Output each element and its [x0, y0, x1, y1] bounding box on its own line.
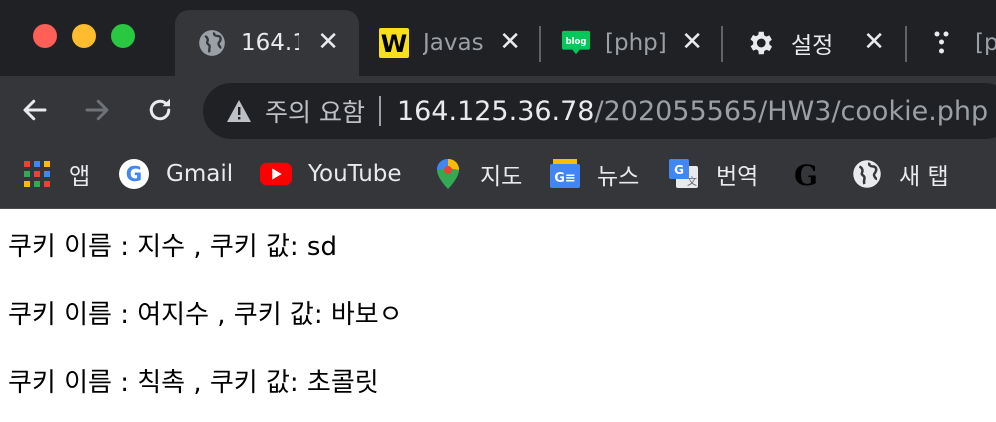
- forward-button[interactable]: [79, 92, 115, 128]
- url-path: /202055565/HW3/cookie.php: [594, 95, 989, 127]
- tab-title: 164.1: [241, 30, 299, 56]
- gear-icon: [745, 28, 775, 58]
- svg-text:blog: blog: [566, 36, 587, 46]
- reload-icon: [149, 98, 171, 121]
- svg-text:G: G: [794, 159, 818, 189]
- bookmark-label: 번역: [716, 164, 759, 190]
- svg-text:G: G: [674, 163, 684, 177]
- globe-icon: [197, 28, 227, 58]
- tab-javascript[interactable]: W Javas ✕: [361, 10, 541, 76]
- w3schools-icon: W: [379, 28, 409, 58]
- tab-active[interactable]: 164.1 ✕: [175, 10, 359, 76]
- g-logo-icon: G: [790, 158, 822, 190]
- tab-divider: [539, 26, 541, 62]
- bookmark-apps[interactable]: 앱: [21, 156, 90, 192]
- apps-grid-icon: [21, 158, 53, 190]
- cookie-line: 쿠키 이름 : 지수 , 쿠키 값: sd: [8, 232, 337, 262]
- youtube-icon: [260, 158, 292, 190]
- blog-icon: blog: [561, 28, 591, 58]
- bookmark-label: 새 탭: [899, 164, 949, 190]
- url-text[interactable]: 164.125.36.78/202055565/HW3/cookie.php: [397, 96, 988, 127]
- close-window-button[interactable]: [33, 24, 57, 48]
- arrow-right-icon: [85, 99, 109, 121]
- bookmark-gmail[interactable]: G Gmail: [118, 156, 233, 192]
- tab-title: 설정: [791, 33, 834, 59]
- news-icon: G≡: [549, 158, 581, 190]
- tab-title: Javas: [423, 30, 484, 56]
- bookmark-g[interactable]: G: [790, 156, 822, 192]
- svg-text:W: W: [381, 30, 407, 58]
- omnibox-divider: [378, 96, 381, 126]
- svg-text:G≡: G≡: [554, 171, 576, 186]
- bookmark-translate[interactable]: G文 번역: [668, 156, 758, 192]
- tab-divider: [905, 26, 907, 62]
- security-status-label[interactable]: 주의 요함: [265, 93, 365, 129]
- maximize-window-button[interactable]: [111, 24, 135, 48]
- back-button[interactable]: [17, 92, 53, 128]
- minimize-window-button[interactable]: [72, 24, 96, 48]
- tab-close-button[interactable]: ✕: [863, 27, 885, 57]
- bookmark-label: YouTube: [308, 161, 402, 187]
- bookmarks-bar: 앱 G Gmail YouTube 지도 G≡ 뉴스 G 文 번역 G 새 탭: [0, 146, 996, 209]
- warning-icon[interactable]: [225, 97, 253, 125]
- arrow-left-icon: [23, 99, 47, 121]
- bookmark-new-tab[interactable]: 새 탭: [851, 156, 949, 192]
- tab-php[interactable]: blog [php] ✕: [543, 10, 723, 76]
- maps-pin-icon: [432, 158, 464, 190]
- bookmark-label: 지도: [480, 164, 523, 190]
- tab-close-button[interactable]: ✕: [681, 27, 703, 57]
- svg-text:文: 文: [687, 175, 697, 188]
- apps-icon: [929, 28, 959, 58]
- bookmark-label: 앱: [69, 164, 91, 190]
- bookmark-label: 뉴스: [597, 164, 640, 190]
- tab-settings[interactable]: 설정 ✕: [725, 10, 905, 76]
- tab-partial[interactable]: [p: [909, 10, 996, 76]
- toolbar: 주의 요함 164.125.36.78/202055565/HW3/cookie…: [0, 76, 996, 146]
- globe-icon: [851, 158, 883, 190]
- tab-strip: 164.1 ✕ W Javas ✕ blog [php] ✕ 설정: [0, 0, 996, 76]
- tab-title: [php]: [605, 30, 667, 56]
- cookie-line: 쿠키 이름 : 칙촉 , 쿠키 값: 초콜릿: [8, 368, 379, 398]
- svg-text:G: G: [126, 162, 142, 186]
- reload-button[interactable]: [142, 92, 178, 128]
- address-bar[interactable]: 주의 요함 164.125.36.78/202055565/HW3/cookie…: [203, 83, 996, 139]
- bookmark-label: Gmail: [166, 161, 234, 187]
- tab-divider: [721, 26, 723, 62]
- google-icon: G: [118, 158, 150, 190]
- tab-title: [p: [975, 30, 996, 56]
- bookmark-youtube[interactable]: YouTube: [260, 156, 402, 192]
- url-host: 164.125.36.78: [396, 95, 595, 127]
- translate-icon: G文: [668, 158, 700, 190]
- cookie-line: 쿠키 이름 : 여지수 , 쿠키 값: 바보ㅇ: [8, 300, 403, 330]
- browser-chrome: 164.1 ✕ W Javas ✕ blog [php] ✕ 설정: [0, 0, 996, 209]
- bookmark-news[interactable]: G≡ 뉴스: [549, 156, 639, 192]
- bookmark-maps[interactable]: 지도: [432, 156, 522, 192]
- tab-close-button[interactable]: ✕: [317, 27, 339, 57]
- tab-close-button[interactable]: ✕: [499, 27, 521, 57]
